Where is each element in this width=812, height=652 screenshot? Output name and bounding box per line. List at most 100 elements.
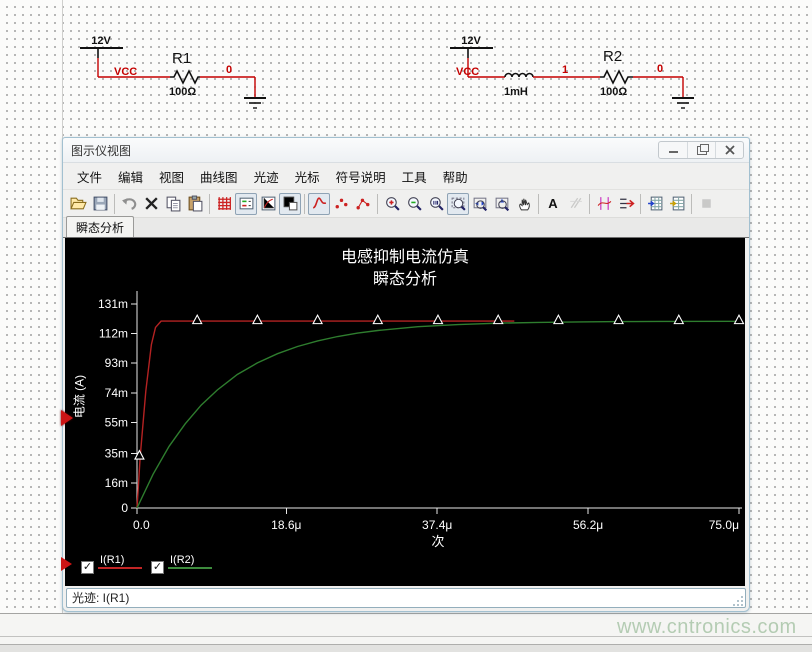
minimize-button[interactable] <box>659 142 687 158</box>
zoom-in-button[interactable] <box>381 193 403 215</box>
title-bar[interactable]: 图示仪视图 <box>63 138 749 163</box>
zoom-vertical-icon <box>494 195 511 212</box>
trace-marker <box>135 451 144 460</box>
menu-view[interactable]: 视图 <box>151 164 192 189</box>
save-button[interactable] <box>89 193 111 215</box>
menu-legend[interactable]: 符号说明 <box>328 164 394 189</box>
menu-bar: 文件 编辑 视图 曲线图 光迹 光标 符号说明 工具 帮助 <box>63 163 749 190</box>
status-text: 光迹: I(R1) <box>66 588 746 608</box>
y-tick-label: 55m <box>105 415 128 429</box>
resistor-R1-ref: R1 <box>172 50 191 67</box>
open-icon <box>70 195 87 212</box>
add-text-button[interactable]: A <box>542 193 564 215</box>
copy-icon <box>165 195 182 212</box>
stop-button <box>695 193 717 215</box>
net-label-vcc-1: VCC <box>114 66 137 78</box>
undo-button[interactable] <box>118 193 140 215</box>
copy-button[interactable] <box>162 193 184 215</box>
legend-item-ir2: I(R2) <box>151 554 212 574</box>
graph-properties-button[interactable] <box>257 193 279 215</box>
menu-graph[interactable]: 曲线图 <box>192 164 246 189</box>
y-tick-label: 93m <box>105 356 128 370</box>
zoom-select-button[interactable] <box>447 193 469 215</box>
resistor-R1-value: 100Ω <box>169 86 196 98</box>
close-button[interactable] <box>715 142 743 158</box>
y-tick-label: 112m <box>99 327 128 341</box>
open-button[interactable] <box>67 193 89 215</box>
delete-button[interactable] <box>140 193 162 215</box>
schematic-canvas[interactable]: 12V VCC R1 100Ω 0 12V VCC 1mH <box>0 0 812 132</box>
zoom-horizontal-icon <box>472 195 489 212</box>
trace-marker <box>313 315 322 324</box>
show-legend-button[interactable] <box>235 193 257 215</box>
zoom-vertical-button[interactable] <box>491 193 513 215</box>
menu-cursor[interactable]: 光标 <box>287 164 328 189</box>
menu-trace[interactable]: 光迹 <box>246 164 287 189</box>
multisim-workspace: 12V VCC R1 100Ω 0 12V VCC 1mH <box>0 0 812 652</box>
line-marker-style-button[interactable] <box>352 193 374 215</box>
line-style-button[interactable] <box>308 193 330 215</box>
menu-help[interactable]: 帮助 <box>435 164 476 189</box>
zoom-select-icon <box>450 195 467 212</box>
show-cursors-button[interactable] <box>593 193 615 215</box>
stop-icon <box>698 195 715 212</box>
zoom-horizontal-button[interactable] <box>469 193 491 215</box>
trace-marker <box>494 315 503 324</box>
resize-grip[interactable] <box>733 595 744 606</box>
hand-icon <box>516 195 533 212</box>
menu-tools[interactable]: 工具 <box>394 164 435 189</box>
zoom-out-button[interactable] <box>403 193 425 215</box>
vcc-source-1[interactable]: 12V <box>80 35 123 58</box>
zoom-100-icon <box>428 195 445 212</box>
net-label-0-2: 0 <box>657 63 663 75</box>
legend-checkbox-ir1[interactable] <box>81 561 94 574</box>
chart-area: 电感抑制电流仿真 瞬态分析 131m112m93m74m55m35m16m00.… <box>65 238 745 586</box>
menu-file[interactable]: 文件 <box>69 164 110 189</box>
export-grid-icon <box>647 195 664 212</box>
trace-marker <box>614 315 623 324</box>
resistor-R1[interactable]: R1 100Ω <box>169 50 200 98</box>
edit-text-button <box>564 193 586 215</box>
trace-marker <box>434 315 443 324</box>
reverse-colors-button[interactable] <box>279 193 301 215</box>
trace-marker <box>735 315 744 324</box>
zoom-in-icon <box>384 195 401 212</box>
menu-edit[interactable]: 编辑 <box>110 164 151 189</box>
resistor-R2[interactable]: R2 100Ω <box>600 48 633 98</box>
x-tick-label: 37.4μ <box>422 518 452 532</box>
net-label-vcc-2: VCC <box>456 66 479 78</box>
export-to-grid-button[interactable] <box>644 193 666 215</box>
x-tick-label: 0.0 <box>133 518 150 532</box>
paste-button[interactable] <box>184 193 206 215</box>
zoom-restore-button[interactable] <box>425 193 447 215</box>
legend-line-ir1 <box>98 567 142 569</box>
y-tick-label: 74m <box>105 386 128 400</box>
plot-area[interactable]: 131m112m93m74m55m35m16m00.018.6μ37.4μ56.… <box>65 238 745 552</box>
legend-icon <box>238 195 255 212</box>
inductor-L1[interactable]: 1mH <box>504 74 533 98</box>
legend-checkbox-ir2[interactable] <box>151 561 164 574</box>
export-to-excel-button[interactable] <box>666 193 688 215</box>
y-tick-label: 16m <box>105 476 128 490</box>
pan-button[interactable] <box>513 193 535 215</box>
sheet-edge-line <box>0 613 812 614</box>
scatter-plot-icon <box>333 195 350 212</box>
minimize-icon <box>669 148 678 153</box>
x-tick-label: 56.2μ <box>573 518 603 532</box>
show-grid-button[interactable] <box>213 193 235 215</box>
close-icon <box>725 145 735 155</box>
ground-symbol-2[interactable] <box>672 98 694 108</box>
status-bar: 光迹: I(R1) <box>63 586 749 610</box>
line-plot-icon <box>311 195 328 212</box>
restore-button[interactable] <box>687 142 715 158</box>
grapher-window: 图示仪视图 文件 编辑 视图 曲线图 光迹 光标 符号说明 工具 帮助 <box>62 137 750 612</box>
add-text-icon: A <box>548 197 557 210</box>
legend-line-ir2 <box>168 567 212 569</box>
ground-symbol-1[interactable] <box>244 98 266 108</box>
trace-marker <box>554 315 563 324</box>
export-traces-button[interactable] <box>615 193 637 215</box>
marker-style-button[interactable] <box>330 193 352 215</box>
toolbar-separator <box>209 194 210 214</box>
tab-transient-analysis[interactable]: 瞬态分析 <box>66 216 134 237</box>
vcc-source-2[interactable]: 12V <box>450 35 493 58</box>
